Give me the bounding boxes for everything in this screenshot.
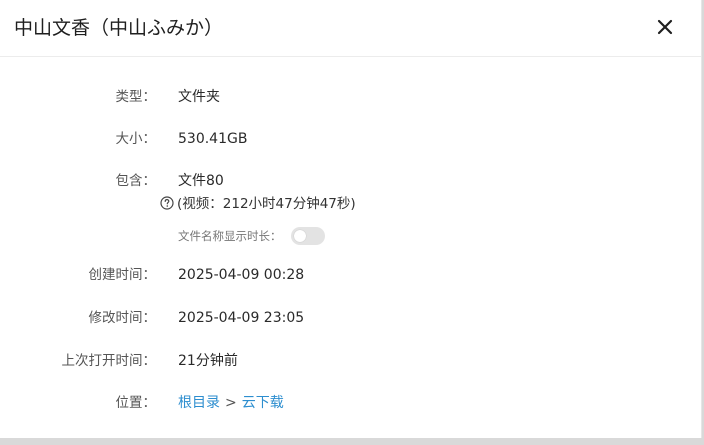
modified-row: 修改时间： 2025-04-09 23:05 xyxy=(0,307,701,329)
help-icon[interactable] xyxy=(160,196,174,210)
properties-dialog: 中山文香（中山ふみか） 类型： 文件夹 大小： 530.41GB 包含： 文件8… xyxy=(0,0,702,438)
location-path: 根目录 > 云下载 xyxy=(178,392,284,414)
show-duration-setting: 文件名称显示时长： xyxy=(178,225,325,247)
location-label: 位置： xyxy=(115,395,157,411)
last-opened-row: 上次打开时间： 21分钟前 xyxy=(0,350,701,372)
show-duration-label: 文件名称显示时长： xyxy=(178,229,282,243)
created-row: 创建时间： 2025-04-09 00:28 xyxy=(0,264,701,286)
close-button[interactable] xyxy=(652,14,678,40)
modified-value: 2025-04-09 23:05 xyxy=(178,310,305,326)
created-label: 创建时间： xyxy=(88,267,157,283)
size-label: 大小： xyxy=(115,131,157,147)
last-opened-label: 上次打开时间： xyxy=(61,353,157,369)
created-value: 2025-04-09 00:28 xyxy=(178,267,305,283)
video-duration-line: (视频：212小时47分钟47秒) xyxy=(160,193,356,215)
type-label: 类型： xyxy=(115,89,157,105)
type-row: 类型： 文件夹 xyxy=(0,86,701,108)
location-folder-link[interactable]: 云下载 xyxy=(242,395,284,411)
modified-label: 修改时间： xyxy=(88,310,157,326)
dialog-header: 中山文香（中山ふみか） xyxy=(0,0,701,57)
location-separator: > xyxy=(225,395,237,411)
last-opened-value: 21分钟前 xyxy=(178,353,238,369)
contains-label: 包含： xyxy=(115,173,157,189)
location-root-link[interactable]: 根目录 xyxy=(178,395,220,411)
contains-row: 包含： 文件80 xyxy=(0,170,701,192)
location-row: 位置： 根目录 > 云下载 xyxy=(0,392,701,414)
type-value: 文件夹 xyxy=(178,89,220,105)
size-row: 大小： 530.41GB xyxy=(0,128,701,150)
video-duration-text: (视频：212小时47分钟47秒) xyxy=(177,196,356,212)
toggle-knob xyxy=(293,230,306,242)
size-value: 530.41GB xyxy=(178,131,248,147)
close-icon xyxy=(657,19,673,35)
contains-value: 文件80 xyxy=(178,173,224,189)
show-duration-toggle[interactable] xyxy=(290,227,325,245)
dialog-title: 中山文香（中山ふみか） xyxy=(14,17,224,39)
